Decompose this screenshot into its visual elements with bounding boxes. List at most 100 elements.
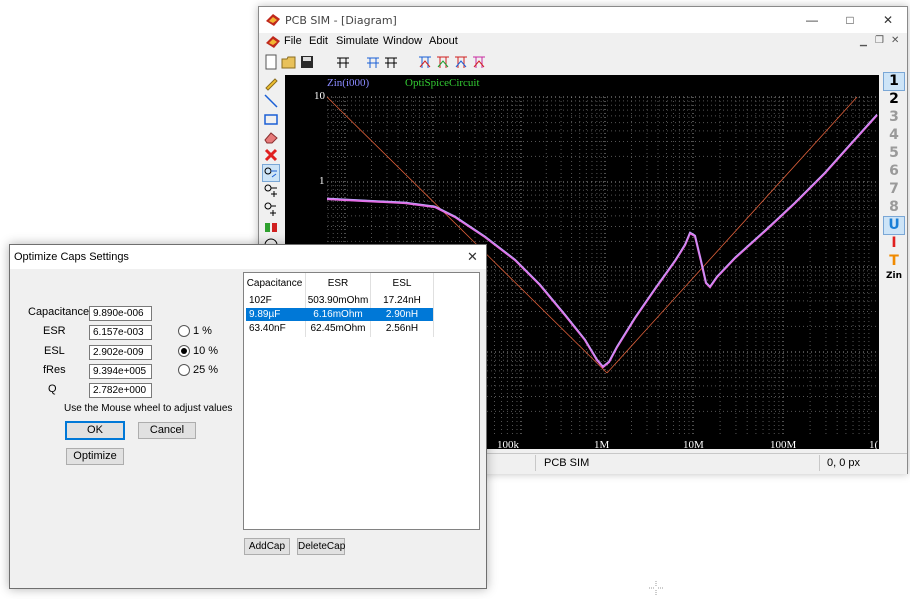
x-tick-1m: 1M xyxy=(594,439,610,451)
status-app-name: PCB SIM xyxy=(544,457,590,469)
optimize-caps-dialog: Optimize Caps Settings ✕ Capacitance ESR… xyxy=(9,244,487,589)
esr-field[interactable]: 6.157e-003 xyxy=(89,325,152,340)
row-esr: 62.45mOhm xyxy=(310,323,366,334)
capacitor-tool-icon[interactable] xyxy=(263,219,279,235)
row-esr: 6.16mOhm xyxy=(313,309,363,320)
delete-x-icon[interactable] xyxy=(263,147,279,163)
cancel-button[interactable]: Cancel xyxy=(138,422,196,439)
minimize-button[interactable]: — xyxy=(793,7,831,33)
voltage-u-button[interactable]: U xyxy=(883,216,905,235)
tolerance-1-label: 1 % xyxy=(193,325,212,337)
current-i-button[interactable]: I xyxy=(884,235,904,252)
optimize-button[interactable]: Optimize xyxy=(66,448,124,465)
menu-about[interactable]: About xyxy=(429,35,458,47)
trace-2-button[interactable]: 2 xyxy=(884,91,904,108)
new-file-icon[interactable] xyxy=(263,54,279,70)
mdi-child-icon xyxy=(266,36,280,48)
tolerance-25-label: 25 % xyxy=(193,364,219,376)
y-tick-10: 10 xyxy=(314,90,325,102)
row-esl: 2.90nH xyxy=(385,309,419,320)
status-separator xyxy=(819,455,820,471)
q-field[interactable]: 2.782e+000 xyxy=(89,383,152,398)
component-tool-3-icon[interactable] xyxy=(383,54,399,70)
legend-zin: Zin(i000) xyxy=(327,77,370,89)
component-tool-1-icon[interactable] xyxy=(335,54,351,70)
mouse-wheel-hint: Use the Mouse wheel to adjust values xyxy=(64,403,233,414)
trace-7-button[interactable]: 7 xyxy=(884,181,904,198)
save-icon[interactable] xyxy=(299,54,315,70)
x-tick-100m: 100M xyxy=(770,439,797,451)
probe-tool-icon[interactable] xyxy=(262,164,280,182)
node-tool-icon[interactable] xyxy=(263,201,279,217)
trace-8-button[interactable]: 8 xyxy=(884,199,904,216)
x-tick-10m: 10M xyxy=(683,439,704,451)
q-label: Q xyxy=(48,383,57,395)
fres-label: fRes xyxy=(43,364,66,376)
pencil-icon[interactable] xyxy=(263,75,279,91)
status-separator xyxy=(535,455,536,471)
trace-5-button[interactable]: 5 xyxy=(884,145,904,162)
mdi-close-button[interactable]: ✕ xyxy=(891,35,899,46)
row-capacitance: 9.89µF xyxy=(249,309,281,320)
table-row-selected[interactable]: 9.89µF 6.16mOhm 2.90nH xyxy=(246,308,433,321)
open-folder-icon[interactable] xyxy=(281,54,297,70)
toolbar xyxy=(259,51,907,73)
row-capacitance: 63.40nF xyxy=(249,323,286,334)
tolerance-10-radio[interactable] xyxy=(178,345,190,357)
x-tick-1g: 1( xyxy=(869,439,879,451)
tolerance-25-radio[interactable] xyxy=(178,364,190,376)
mdi-minimize-button[interactable]: ▁ xyxy=(860,36,867,47)
esl-label: ESL xyxy=(44,345,65,357)
fres-field[interactable]: 9.394e+005 xyxy=(89,364,152,379)
add-cap-button[interactable]: AddCap xyxy=(244,538,290,555)
window-title: PCB SIM - [Diagram] xyxy=(285,14,397,27)
dialog-title-bar: Optimize Caps Settings ✕ xyxy=(10,245,486,269)
capacitance-field[interactable]: 9.890e-006 xyxy=(89,306,152,321)
header-capacitance[interactable]: Capacitance xyxy=(244,278,305,289)
rectangle-tool-icon[interactable] xyxy=(263,111,279,127)
delete-cap-button[interactable]: DeleteCap xyxy=(297,538,345,555)
main-title-bar: PCB SIM - [Diagram] — □ ✕ xyxy=(259,7,907,33)
header-esr[interactable]: ESR xyxy=(306,278,370,289)
esl-field[interactable]: 2.902e-009 xyxy=(89,345,152,360)
menu-simulate[interactable]: Simulate xyxy=(336,35,379,47)
header-esl[interactable]: ESL xyxy=(371,278,433,289)
ok-button[interactable]: OK xyxy=(65,421,125,440)
component-tool-2-icon[interactable] xyxy=(365,54,381,70)
table-row[interactable]: 63.40nF 62.45mOhm 2.56nH xyxy=(246,322,433,335)
capacitance-label: Capacitance xyxy=(28,306,90,318)
trace-1-button[interactable]: 1 xyxy=(883,72,905,91)
eraser-icon[interactable] xyxy=(263,129,279,145)
mdi-restore-button[interactable]: ❐ xyxy=(875,35,884,46)
zin-button[interactable]: Zin xyxy=(884,271,904,288)
trace-6-button[interactable]: 6 xyxy=(884,163,904,180)
sim-tool-1-icon[interactable] xyxy=(417,54,433,70)
capacitor-table[interactable]: Capacitance ESR ESL 102F 503.90mOhm 17.2… xyxy=(243,272,480,530)
junction-tool-icon[interactable] xyxy=(263,183,279,199)
sim-tool-3-icon[interactable] xyxy=(453,54,469,70)
dialog-title: Optimize Caps Settings xyxy=(14,251,129,263)
tolerance-1-radio[interactable] xyxy=(178,325,190,337)
sim-tool-4-icon[interactable] xyxy=(471,54,487,70)
line-tool-icon[interactable] xyxy=(263,93,279,109)
trace-4-button[interactable]: 4 xyxy=(884,127,904,144)
dialog-close-button[interactable]: ✕ xyxy=(467,249,478,265)
column-divider xyxy=(433,273,434,337)
menu-edit[interactable]: Edit xyxy=(309,35,328,47)
x-tick-100k: 100k xyxy=(497,439,519,451)
time-t-button[interactable]: T xyxy=(884,253,904,270)
sim-tool-2-icon[interactable] xyxy=(435,54,451,70)
row-esl: 2.56nH xyxy=(385,323,419,334)
y-tick-1: 1 xyxy=(319,175,325,187)
row-esr: 503.90mOhm xyxy=(307,295,369,306)
app-logo-icon xyxy=(266,14,280,26)
inductive-asymptote-line xyxy=(606,96,858,374)
menu-file[interactable]: File xyxy=(284,35,302,47)
close-window-button[interactable]: ✕ xyxy=(869,7,907,33)
menu-window[interactable]: Window xyxy=(383,35,422,47)
table-row[interactable]: 102F 503.90mOhm 17.24nH xyxy=(246,294,433,307)
trace-3-button[interactable]: 3 xyxy=(884,109,904,126)
cursor-crosshair-icon xyxy=(649,581,663,595)
row-esl: 17.24nH xyxy=(383,295,421,306)
maximize-button[interactable]: □ xyxy=(831,7,869,33)
